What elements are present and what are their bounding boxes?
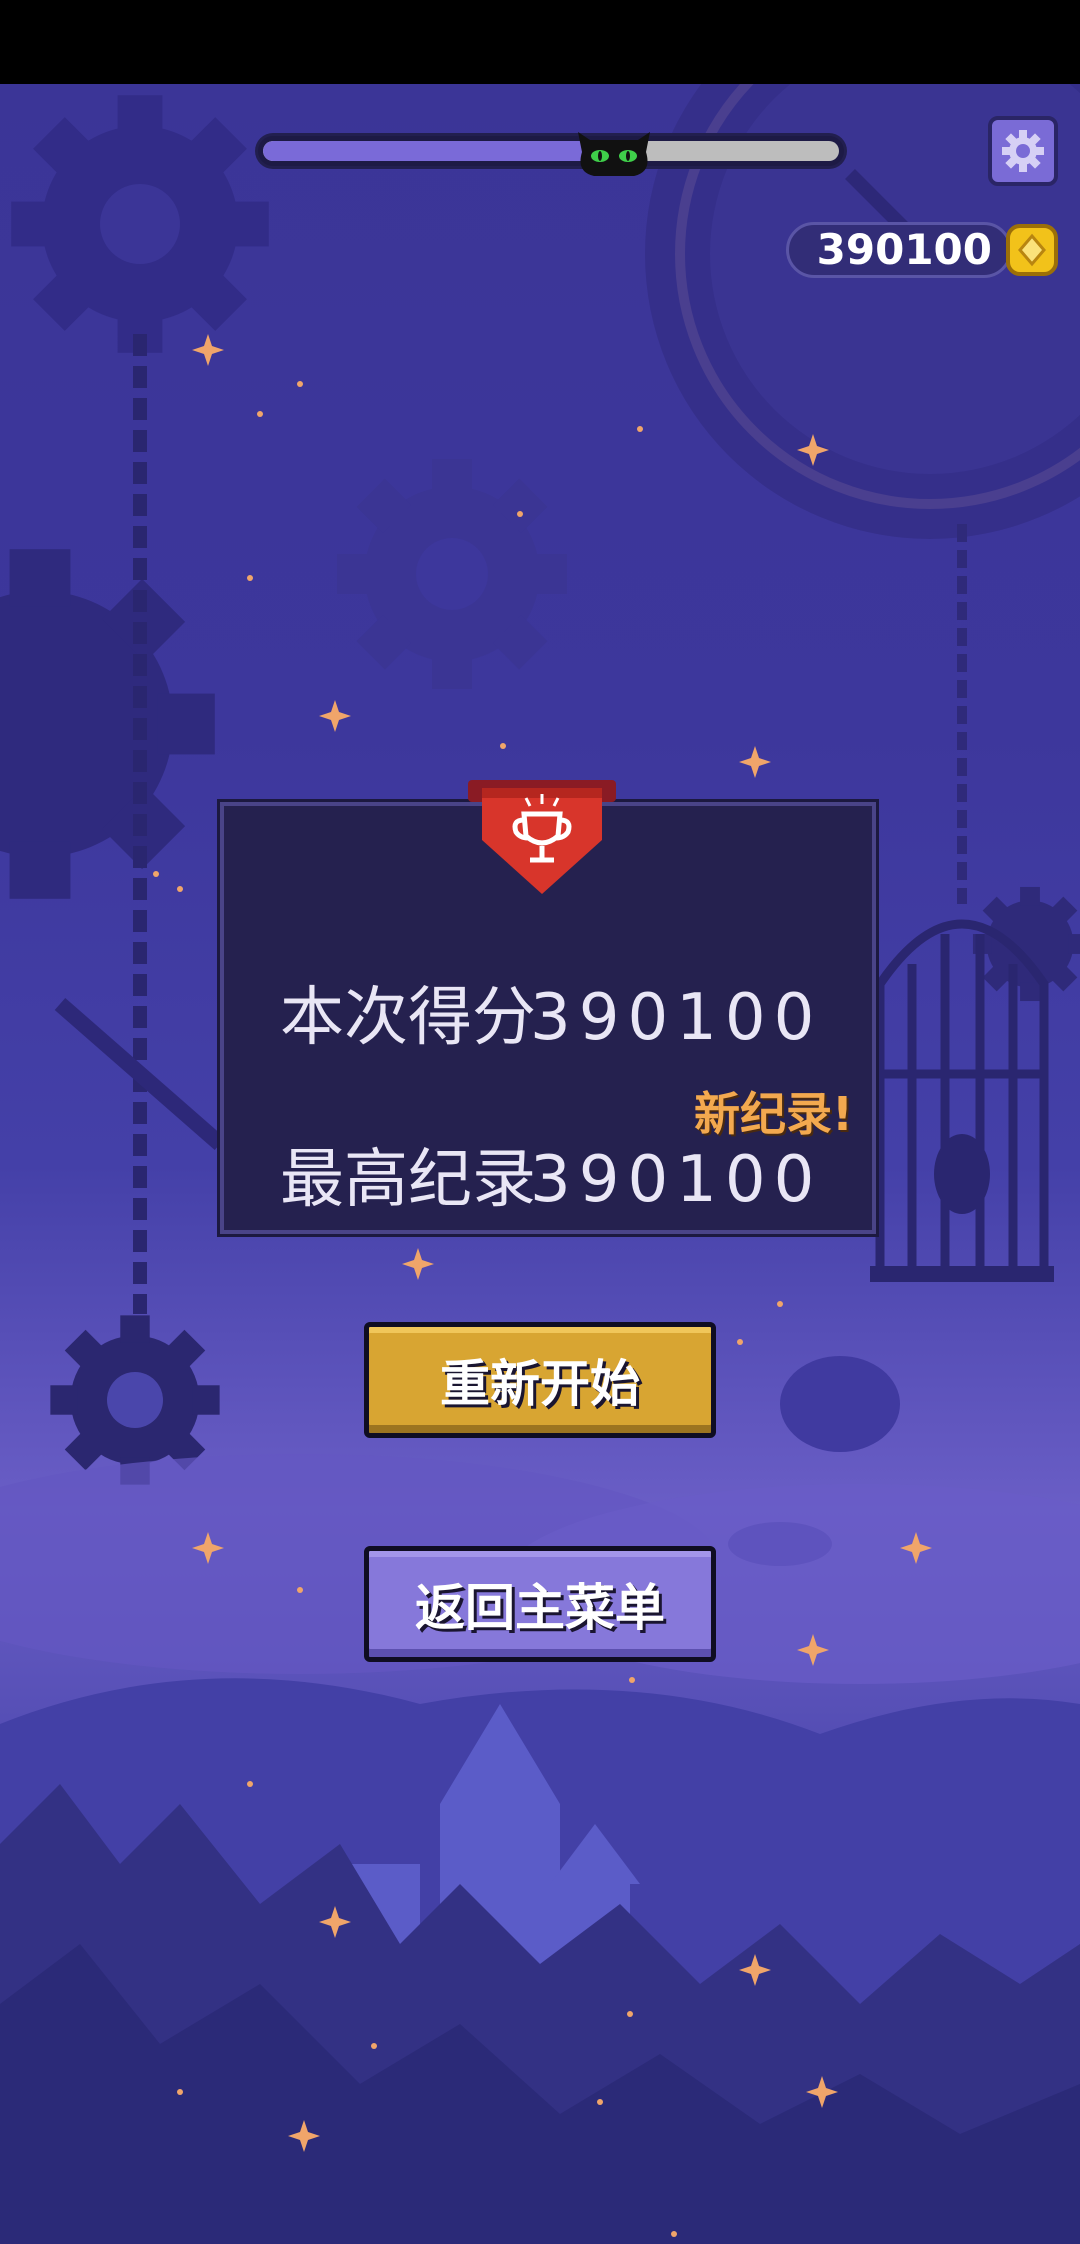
best-score-label: 最高纪录 — [280, 1143, 536, 1217]
settings-button[interactable] — [988, 116, 1058, 186]
cat-progress-marker-icon — [578, 132, 651, 176]
gear-decoration-left — [0, 549, 215, 899]
coin-icon — [1006, 224, 1058, 276]
gear-icon — [1002, 130, 1044, 172]
current-score-value: 390100 — [530, 981, 823, 1055]
main-menu-button-label: 返回主菜单 — [415, 1579, 665, 1637]
best-score-value: 390100 — [530, 1143, 823, 1217]
current-score-label: 本次得分 — [280, 981, 536, 1055]
status-bar — [0, 0, 1080, 84]
coin-count: 390100 — [816, 225, 992, 274]
restart-button[interactable]: 重新开始 — [364, 1322, 716, 1438]
new-record-label: 新纪录! — [694, 1087, 853, 1141]
gear-decoration-right — [972, 886, 1080, 1002]
progress-fill — [263, 141, 615, 161]
trophy-banner-icon — [468, 780, 616, 894]
progress-track — [263, 141, 839, 161]
main-menu-button[interactable]: 返回主菜单 — [364, 1546, 716, 1662]
level-progress-bar — [258, 136, 844, 166]
restart-button-label: 重新开始 — [440, 1355, 640, 1413]
game-scene: 390100 本次得分 390100 新纪录! 最高纪录 390100 重新开始… — [0, 84, 1080, 2244]
